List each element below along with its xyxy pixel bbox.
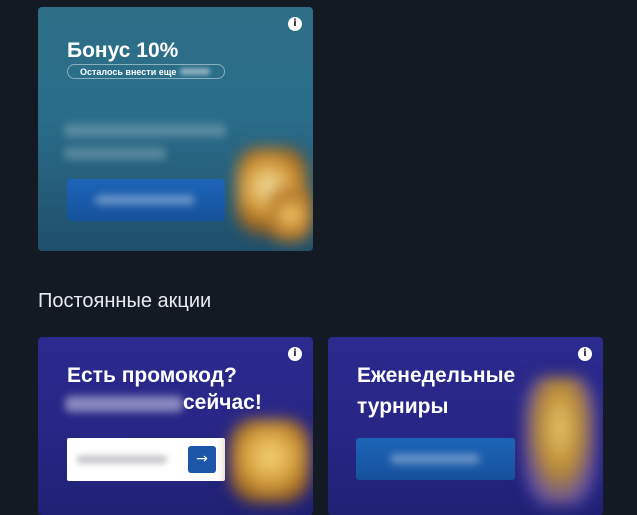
promo-code-card: i Есть промокод? сейчас! →: [38, 337, 313, 515]
bonus-coin-illustration: [270, 187, 312, 243]
tournaments-title-line-1: Еженедельные: [357, 364, 516, 387]
redacted-button-label: [390, 454, 480, 464]
info-icon[interactable]: i: [578, 347, 592, 361]
arrow-right-icon: →: [196, 451, 208, 467]
tournaments-title-line-2: турниры: [357, 395, 449, 418]
info-icon[interactable]: i: [288, 347, 302, 361]
redacted-placeholder: [77, 455, 167, 464]
remaining-deposit-badge: Осталось внести еще: [67, 64, 225, 79]
page: { "bonus_card": { "title": "Бонус 10%", …: [0, 0, 637, 515]
redacted-amount: [180, 68, 210, 75]
redacted-description-line-2: [64, 147, 166, 160]
info-icon[interactable]: i: [288, 17, 302, 31]
tournaments-action-button[interactable]: [356, 438, 515, 480]
weekly-tournaments-card: i Еженедельные турниры: [328, 337, 603, 515]
promo-submit-button[interactable]: →: [188, 446, 216, 473]
redacted-button-label: [95, 195, 195, 205]
promo-code-input[interactable]: →: [67, 438, 225, 481]
bonus-action-button[interactable]: [67, 179, 225, 221]
redacted-subtitle: [65, 396, 183, 412]
section-title: Постоянные акции: [38, 290, 212, 312]
promo-subtitle-visible: сейчас!: [183, 391, 262, 414]
bonus-title: Бонус 10%: [67, 39, 179, 62]
promo-gift-illustration: [230, 419, 310, 503]
promo-title: Есть промокод?: [67, 364, 237, 387]
bonus-card[interactable]: i Бонус 10% Осталось внести еще: [38, 7, 313, 251]
remaining-deposit-label: Осталось внести еще: [80, 67, 177, 77]
redacted-description-line-1: [64, 124, 226, 137]
trophy-illustration: [524, 377, 596, 505]
